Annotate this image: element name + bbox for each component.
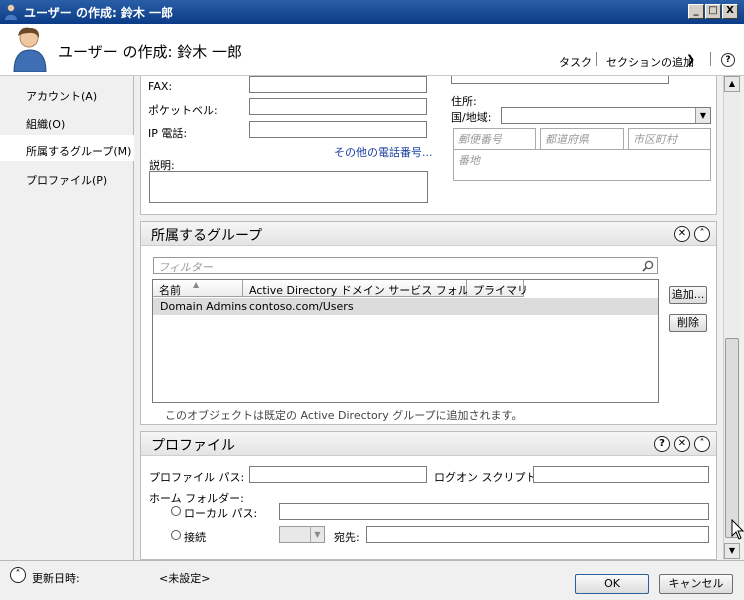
close-section-icon[interactable]: ✕ — [674, 226, 690, 242]
user-app-icon — [5, 4, 17, 20]
sidebar: アカウント(A) 組織(O) 所属するグループ(M) プロファイル(P) — [0, 76, 134, 560]
maximize-button[interactable]: □ — [705, 4, 721, 19]
scrollbar-thumb[interactable] — [725, 338, 739, 538]
connect-radio[interactable] — [171, 530, 181, 540]
chevron-down-icon[interactable]: ❯ — [686, 53, 695, 66]
other-phones-link[interactable]: その他の電話番号... — [334, 144, 433, 160]
column-name-label: 名前 — [159, 284, 181, 297]
default-groups-note: このオブジェクトは既定の Active Directory グループに追加されま… — [165, 409, 523, 422]
address-top-input[interactable] — [451, 76, 669, 84]
description-input[interactable] — [149, 171, 428, 203]
dropdown-arrow-icon[interactable]: ▼ — [695, 108, 710, 123]
modified-label: 更新日時: — [32, 572, 80, 585]
remove-group-button[interactable]: 削除 — [669, 314, 707, 332]
close-button[interactable]: X — [722, 4, 738, 19]
ok-button[interactable]: OK — [575, 574, 649, 594]
profile-header: プロファイル — [141, 432, 716, 456]
vertical-scrollbar[interactable]: ▲ ▼ — [723, 76, 740, 560]
postal-code-input[interactable]: 郵便番号 — [453, 128, 536, 150]
profile-path-label: プロファイル パス: — [149, 471, 245, 484]
address-label: 住所: — [451, 95, 477, 108]
header-divider-2 — [710, 52, 711, 66]
modified-value: <未設定> — [159, 572, 211, 585]
ip-phone-input[interactable] — [249, 121, 427, 138]
help-icon[interactable]: ? — [721, 53, 735, 67]
add-group-button[interactable]: 追加... — [669, 286, 707, 304]
drive-letter-select[interactable]: ▼ — [279, 526, 325, 543]
add-section-menu[interactable]: セクションの追加 — [606, 54, 694, 70]
cancel-button[interactable]: キャンセル — [659, 574, 733, 594]
footer-bar: ˄ 更新日時: <未設定> OK キャンセル — [0, 560, 744, 600]
local-path-label: ローカル パス: — [184, 507, 258, 520]
column-header-primary[interactable]: プライマリ — [467, 280, 528, 297]
member-of-panel: 所属するグループ ✕ ˄ フィルター 名前 ▲ Active Directory… — [140, 221, 717, 425]
profile-panel: プロファイル ? ✕ ˄ プロファイル パス: ログオン スクリプト: ホーム … — [140, 431, 717, 560]
sort-asc-icon: ▲ — [193, 280, 200, 289]
minimize-button[interactable]: _ — [688, 4, 704, 19]
prefecture-input[interactable]: 都道府県 — [540, 128, 624, 150]
country-select[interactable]: ▼ — [501, 107, 711, 124]
sidebar-item-account[interactable]: アカウント(A) — [0, 80, 134, 106]
user-avatar-icon — [13, 27, 47, 72]
collapse-section-icon[interactable]: ˄ — [694, 436, 710, 452]
to-label: 宛先: — [334, 531, 360, 544]
group-filter-input[interactable]: フィルター — [153, 257, 658, 274]
sidebar-item-profile[interactable]: プロファイル(P) — [0, 164, 134, 190]
profile-title: プロファイル — [151, 438, 235, 454]
connect-to-input[interactable] — [366, 526, 709, 543]
connect-label: 接続 — [184, 531, 206, 544]
pager-input[interactable] — [249, 98, 427, 115]
dropdown-arrow-icon[interactable]: ▼ — [310, 527, 324, 542]
tasks-menu[interactable]: タスク — [559, 54, 592, 70]
main-content: FAX: ポケットベル: IP 電話: その他の電話番号... 説明: 住所: … — [138, 76, 723, 560]
profile-path-input[interactable] — [249, 466, 427, 483]
column-header-folder[interactable]: Active Directory ドメイン サービス フォルダー — [243, 280, 491, 297]
local-path-radio[interactable] — [171, 506, 181, 516]
header-divider — [596, 52, 597, 66]
scroll-up-icon[interactable]: ▲ — [724, 76, 740, 92]
table-row[interactable]: Domain Admins contoso.com/Users — [153, 298, 658, 315]
mouse-cursor-icon — [731, 519, 744, 540]
expand-details-icon[interactable]: ˄ — [10, 567, 26, 583]
sidebar-item-member-of[interactable]: 所属するグループ(M) — [0, 135, 134, 161]
city-input[interactable]: 市区町村 — [628, 128, 711, 150]
ip-phone-label: IP 電話: — [148, 127, 188, 140]
organization-panel: FAX: ポケットベル: IP 電話: その他の電話番号... 説明: 住所: … — [140, 76, 717, 215]
scroll-down-icon[interactable]: ▼ — [724, 543, 740, 559]
local-path-input[interactable] — [279, 503, 709, 520]
pager-label: ポケットベル: — [148, 104, 218, 117]
filter-placeholder: フィルター — [158, 261, 213, 274]
search-icon[interactable] — [642, 260, 654, 272]
logon-script-input[interactable] — [533, 466, 709, 483]
groups-grid[interactable]: 名前 ▲ Active Directory ドメイン サービス フォルダー プラ… — [152, 279, 659, 403]
close-section-icon[interactable]: ✕ — [674, 436, 690, 452]
country-label: 国/地域: — [451, 111, 492, 124]
logon-script-label: ログオン スクリプト: — [434, 471, 541, 484]
fax-input[interactable] — [249, 76, 427, 93]
member-of-header: 所属するグループ — [141, 222, 716, 246]
title-bar: ユーザー の作成: 鈴木 一郎 _ □ X — [0, 0, 744, 24]
help-section-icon[interactable]: ? — [654, 436, 670, 452]
home-folder-label: ホーム フォルダー: — [149, 492, 244, 505]
street-input[interactable]: 番地 — [453, 149, 711, 181]
group-name-cell: Domain Admins — [160, 300, 247, 313]
sidebar-item-organization[interactable]: 組織(O) — [0, 108, 134, 134]
page-header: ユーザー の作成: 鈴木 一郎 タスク セクションの追加 ❯ ? — [0, 24, 744, 76]
column-header-name[interactable]: 名前 ▲ — [153, 280, 243, 297]
fax-label: FAX: — [148, 80, 173, 93]
collapse-section-icon[interactable]: ˄ — [694, 226, 710, 242]
group-folder-cell: contoso.com/Users — [249, 300, 354, 313]
page-title: ユーザー の作成: 鈴木 一郎 — [58, 43, 243, 61]
window-title: ユーザー の作成: 鈴木 一郎 — [24, 6, 174, 20]
member-of-title: 所属するグループ — [151, 228, 263, 244]
